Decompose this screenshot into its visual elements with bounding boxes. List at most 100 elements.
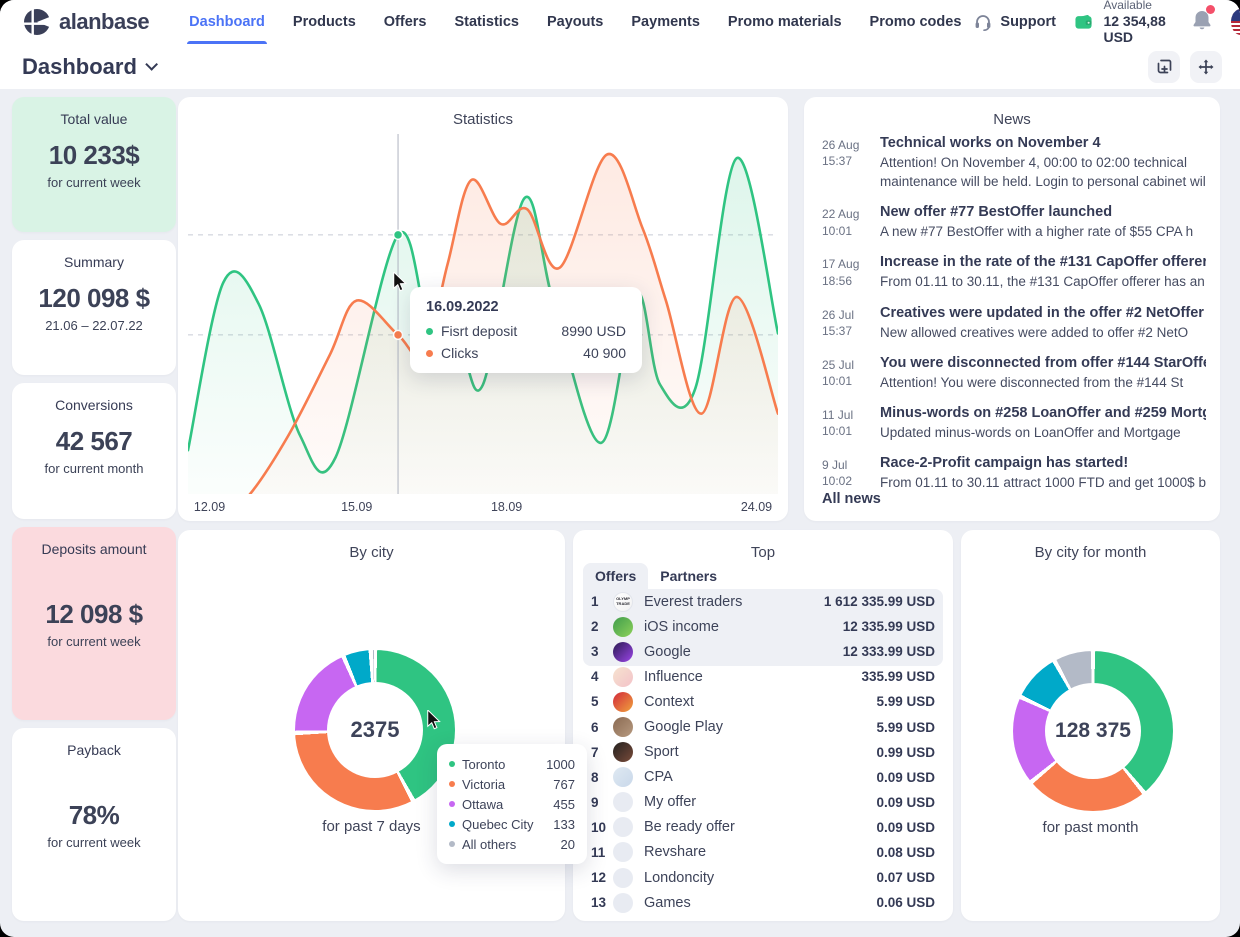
top-row-influence[interactable]: 4Influence335.99 USD [583, 664, 943, 689]
top-row-cpa[interactable]: 8CPA0.09 USD [583, 765, 943, 790]
partner-value: 12 335.99 USD [843, 619, 935, 634]
stat-card-title: Conversions [12, 397, 176, 413]
nav-item-promo-materials[interactable]: Promo materials [716, 0, 854, 44]
all-news-link[interactable]: All news [822, 491, 881, 507]
news-item[interactable]: 22 Aug10:01New offer #77 BestOffer launc… [822, 204, 1206, 241]
news-item-title: Race-2-Profit campaign has started! [880, 455, 1206, 471]
partner-avatar: OLYMP TRADE [613, 592, 633, 612]
logo-text: alanbase [59, 9, 149, 35]
page-title-dropdown[interactable]: Dashboard [22, 54, 154, 80]
by-city-month-caption: for past month [961, 819, 1220, 836]
stat-card-deposits-amount: Deposits amount12 098 $for current week [12, 527, 176, 720]
chevron-down-icon [145, 58, 158, 71]
nav-item-payments[interactable]: Payments [619, 0, 712, 44]
news-item-title: Minus-words on #258 LoanOffer and #259 M… [880, 405, 1206, 421]
news-item[interactable]: 11 Jul10:01Minus-words on #258 LoanOffer… [822, 405, 1206, 442]
row-rank: 8 [591, 770, 613, 785]
nav-item-statistics[interactable]: Statistics [442, 0, 530, 44]
top-row-google[interactable]: 3Google12 333.99 USD [583, 639, 943, 664]
nav-item-offers[interactable]: Offers [372, 0, 439, 44]
top-row-everest-traders[interactable]: 1OLYMP TRADEEverest traders1 612 335.99 … [583, 589, 943, 614]
news-item[interactable]: 9 Jul10:02Race-2-Profit campaign has sta… [822, 455, 1206, 492]
stat-card-title: Total value [12, 111, 176, 127]
nav-item-products[interactable]: Products [281, 0, 368, 44]
top-row-google-play[interactable]: 6Google Play5.99 USD [583, 714, 943, 739]
news-date: 25 Jul10:01 [822, 355, 868, 392]
city-value: 455 [553, 797, 575, 812]
statistics-card[interactable]: Statistics 12.0915.0918.0924.09 16.09.20… [178, 97, 788, 521]
news-content: New offer #77 BestOffer launched A new #7… [880, 204, 1206, 241]
news-date-day: 17 Aug [822, 256, 868, 272]
stat-card-title: Deposits amount [12, 541, 176, 557]
segment-dot [449, 781, 455, 787]
stat-card-conversions: Conversions 42 567 for current month [12, 383, 176, 519]
news-item-title: Creatives were updated in the offer #2 N… [880, 305, 1206, 321]
news-item-body: Updated minus-words on LoanOffer and Mor… [880, 423, 1206, 442]
row-rank: 7 [591, 745, 613, 760]
stat-card-caption: for current week [47, 175, 140, 190]
news-date: 26 Jul15:37 [822, 305, 868, 342]
balance[interactable]: Available 12 354,88 USD [1074, 0, 1174, 45]
partner-value: 5.99 USD [876, 720, 935, 735]
partner-avatar [613, 893, 633, 913]
tab-partners[interactable]: Partners [648, 563, 729, 589]
partner-name: My offer [644, 794, 696, 810]
partner-avatar [613, 817, 633, 837]
top-tabs: OffersPartners [583, 563, 729, 589]
top-row-ios-income[interactable]: 2iOS income12 335.99 USD [583, 614, 943, 639]
top-row-revshare[interactable]: 11Revshare0.08 USD [583, 840, 943, 865]
partner-avatar [613, 717, 633, 737]
tooltip-series-label: Fisrt deposit [441, 323, 517, 339]
row-rank: 1 [591, 594, 613, 609]
top-navigation: alanbase DashboardProductsOffersStatisti… [0, 0, 1240, 44]
page-title: Dashboard [22, 54, 137, 80]
logo[interactable]: alanbase [0, 7, 149, 37]
partner-value: 0.06 USD [876, 895, 935, 910]
tab-offers[interactable]: Offers [583, 563, 648, 589]
nav-item-dashboard[interactable]: Dashboard [177, 0, 277, 44]
move-widgets-button[interactable] [1190, 51, 1222, 83]
stat-card-total-value: Total value10 233$for current week [12, 97, 176, 232]
add-widget-icon [1156, 58, 1173, 75]
add-widget-button[interactable] [1148, 51, 1180, 83]
row-rank: 3 [591, 644, 613, 659]
support-button[interactable]: Support [973, 12, 1056, 32]
partner-name: Be ready offer [644, 819, 735, 835]
nav-item-payouts[interactable]: Payouts [535, 0, 615, 44]
page-header: Dashboard [0, 44, 1240, 89]
nav-item-promo-codes[interactable]: Promo codes [858, 0, 974, 44]
statistics-x-axis: 12.0915.0918.0924.09 [188, 500, 778, 516]
news-item[interactable]: 25 Jul10:01You were disconnected from of… [822, 355, 1206, 392]
notifications-button[interactable] [1191, 8, 1213, 37]
partner-name: Sport [644, 744, 679, 760]
stat-card-value: 42 567 [56, 426, 133, 457]
balance-label: Available [1103, 0, 1173, 13]
top-row-be-ready-offer[interactable]: 10Be ready offer0.09 USD [583, 815, 943, 840]
city-label: All others [462, 837, 516, 852]
news-item[interactable]: 26 Aug15:37Technical works on November 4… [822, 135, 1206, 191]
news-item-body: A new #77 BestOffer with a higher rate o… [880, 222, 1206, 241]
news-item-body: New allowed creatives were added to offe… [880, 323, 1206, 342]
support-label: Support [1000, 14, 1056, 30]
news-item-title: New offer #77 BestOffer launched [880, 204, 1206, 220]
city-value: 767 [553, 777, 575, 792]
partner-avatar [613, 767, 633, 787]
top-row-londoncity[interactable]: 12Londoncity0.07 USD [583, 865, 943, 890]
partner-value: 0.07 USD [876, 870, 935, 885]
stat-card-caption: for current month [45, 461, 144, 476]
chart-tooltip: 16.09.2022 Fisrt deposit8990 USDClicks40… [410, 287, 642, 373]
news-date-time: 10:01 [822, 223, 868, 239]
top-row-context[interactable]: 5Context5.99 USD [583, 689, 943, 714]
top-row-games[interactable]: 13Games0.06 USD [583, 890, 943, 915]
news-item[interactable]: 26 Jul15:37 Creatives were updated in the… [822, 305, 1206, 342]
language-flag-icon[interactable] [1231, 9, 1240, 35]
top-row-my-offer[interactable]: 9My offer0.09 USD [583, 790, 943, 815]
news-list: 26 Aug15:37Technical works on November 4… [822, 135, 1206, 492]
news-item[interactable]: 17 Aug18:56Increase in the rate of the #… [822, 254, 1206, 291]
tooltip-series-value: 8990 USD [561, 323, 626, 339]
top-row-sport[interactable]: 7Sport0.99 USD [583, 740, 943, 765]
by-city-month-total: 128 375 [1045, 683, 1141, 779]
partner-avatar [613, 792, 633, 812]
x-tick-12.09: 12.09 [194, 500, 225, 514]
partner-name: Games [644, 895, 691, 911]
